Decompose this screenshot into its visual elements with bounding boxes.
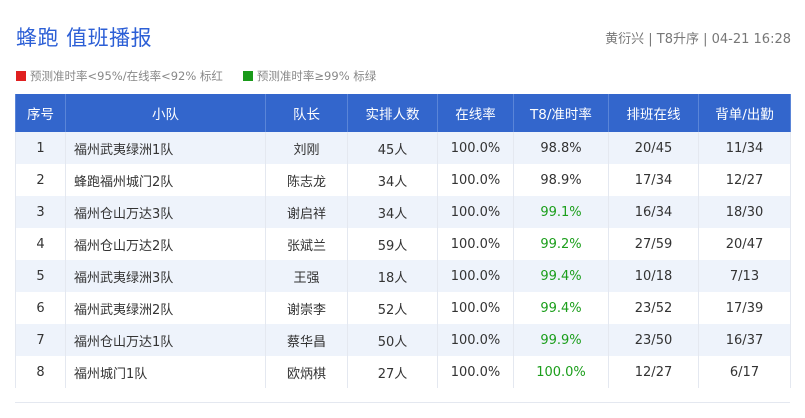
cell-online-rate: 100.0%	[437, 196, 514, 228]
cell-attendance: 6/17	[698, 356, 791, 388]
cell-leader: 谢崇李	[265, 292, 348, 324]
duty-report-table: 序号 小队 队长 实排人数 在线率 T8/准时率 排班在线 背单/出勤 1 福州…	[15, 94, 791, 388]
cell-t8-ontime: 99.9%	[513, 324, 609, 356]
cell-index: 8	[15, 356, 66, 388]
cell-t8-ontime: 99.4%	[513, 260, 609, 292]
cell-t8-ontime: 99.2%	[513, 228, 609, 260]
legend-item-green: 预测准时率≥99% 标绿	[242, 68, 377, 84]
cell-shift-online: 12/27	[608, 356, 699, 388]
cell-shift-online: 10/18	[608, 260, 699, 292]
cell-attendance: 11/34	[698, 132, 791, 164]
cell-attendance: 18/30	[698, 196, 791, 228]
table-row: 1 福州武夷绿洲1队 刘刚 45人 100.0% 98.8% 20/45 11/…	[15, 132, 791, 164]
cell-scheduled: 52人	[347, 292, 438, 324]
cell-scheduled: 27人	[347, 356, 438, 388]
cell-leader: 张斌兰	[265, 228, 348, 260]
table-row: 8 福州城门1队 欧炳棋 27人 100.0% 100.0% 12/27 6/1…	[15, 356, 791, 388]
cell-shift-online: 20/45	[608, 132, 699, 164]
cell-leader: 谢启祥	[265, 196, 348, 228]
page-title: 蜂跑 值班播报	[16, 26, 153, 50]
cell-index: 1	[15, 132, 66, 164]
cell-leader: 蔡华昌	[265, 324, 348, 356]
cell-leader: 刘刚	[265, 132, 348, 164]
table-row: 2 蜂跑福州城门2队 陈志龙 34人 100.0% 98.9% 17/34 12…	[15, 164, 791, 196]
cell-t8-ontime: 100.0%	[513, 356, 609, 388]
legend: 预测准时率<95%/在线率<92% 标红 预测准时率≥99% 标绿	[16, 68, 396, 84]
report-meta: 黄衍兴 | T8升序 | 04-21 16:28	[605, 32, 791, 47]
cell-scheduled: 34人	[347, 164, 438, 196]
table-row: 4 福州仓山万达2队 张斌兰 59人 100.0% 99.2% 27/59 20…	[15, 228, 791, 260]
table-body: 1 福州武夷绿洲1队 刘刚 45人 100.0% 98.8% 20/45 11/…	[15, 132, 791, 388]
column-header-online-rate: 在线率	[437, 94, 514, 132]
cell-team: 福州仓山万达1队	[65, 324, 266, 356]
cell-scheduled: 50人	[347, 324, 438, 356]
legend-label-red: 预测准时率<95%/在线率<92% 标红	[30, 69, 223, 83]
column-header-shift-online: 排班在线	[608, 94, 699, 132]
cell-attendance: 17/39	[698, 292, 791, 324]
cell-attendance: 20/47	[698, 228, 791, 260]
cell-index: 5	[15, 260, 66, 292]
legend-label-green: 预测准时率≥99% 标绿	[256, 69, 377, 83]
cell-leader: 陈志龙	[265, 164, 348, 196]
cell-team: 福州武夷绿洲2队	[65, 292, 266, 324]
column-header-t8-ontime: T8/准时率	[513, 94, 609, 132]
cell-index: 3	[15, 196, 66, 228]
cell-team: 福州武夷绿洲1队	[65, 132, 266, 164]
cell-online-rate: 100.0%	[437, 356, 514, 388]
cell-shift-online: 17/34	[608, 164, 699, 196]
table-header-row: 序号 小队 队长 实排人数 在线率 T8/准时率 排班在线 背单/出勤	[15, 94, 791, 132]
cell-online-rate: 100.0%	[437, 324, 514, 356]
cell-team: 蜂跑福州城门2队	[65, 164, 266, 196]
cell-attendance: 7/13	[698, 260, 791, 292]
cell-team: 福州武夷绿洲3队	[65, 260, 266, 292]
cell-attendance: 12/27	[698, 164, 791, 196]
cell-scheduled: 18人	[347, 260, 438, 292]
cell-shift-online: 27/59	[608, 228, 699, 260]
cell-team: 福州仓山万达3队	[65, 196, 266, 228]
cell-attendance: 16/37	[698, 324, 791, 356]
cell-leader: 欧炳棋	[265, 356, 348, 388]
table-bottom-border	[15, 402, 790, 403]
red-swatch-icon	[16, 71, 26, 81]
cell-scheduled: 34人	[347, 196, 438, 228]
cell-t8-ontime: 98.8%	[513, 132, 609, 164]
cell-leader: 王强	[265, 260, 348, 292]
cell-shift-online: 16/34	[608, 196, 699, 228]
cell-team: 福州仓山万达2队	[65, 228, 266, 260]
green-swatch-icon	[242, 71, 253, 81]
cell-shift-online: 23/52	[608, 292, 699, 324]
column-header-attendance: 背单/出勤	[698, 94, 791, 132]
legend-item-red: 预测准时率<95%/在线率<92% 标红	[16, 68, 223, 84]
column-header-scheduled: 实排人数	[347, 94, 438, 132]
cell-index: 7	[15, 324, 66, 356]
column-header-index: 序号	[15, 94, 66, 132]
cell-online-rate: 100.0%	[437, 292, 514, 324]
cell-index: 2	[15, 164, 66, 196]
cell-t8-ontime: 99.1%	[513, 196, 609, 228]
cell-scheduled: 45人	[347, 132, 438, 164]
table-row: 5 福州武夷绿洲3队 王强 18人 100.0% 99.4% 10/18 7/1…	[15, 260, 791, 292]
table-row: 3 福州仓山万达3队 谢启祥 34人 100.0% 99.1% 16/34 18…	[15, 196, 791, 228]
cell-index: 4	[15, 228, 66, 260]
cell-t8-ontime: 99.4%	[513, 292, 609, 324]
cell-index: 6	[15, 292, 66, 324]
cell-online-rate: 100.0%	[437, 132, 514, 164]
cell-online-rate: 100.0%	[437, 228, 514, 260]
cell-team: 福州城门1队	[65, 356, 266, 388]
cell-online-rate: 100.0%	[437, 164, 514, 196]
cell-t8-ontime: 98.9%	[513, 164, 609, 196]
cell-scheduled: 59人	[347, 228, 438, 260]
column-header-team: 小队	[65, 94, 266, 132]
column-header-leader: 队长	[265, 94, 348, 132]
cell-shift-online: 23/50	[608, 324, 699, 356]
table-row: 6 福州武夷绿洲2队 谢崇李 52人 100.0% 99.4% 23/52 17…	[15, 292, 791, 324]
table-row: 7 福州仓山万达1队 蔡华昌 50人 100.0% 99.9% 23/50 16…	[15, 324, 791, 356]
report-header: 蜂跑 值班播报 黄衍兴 | T8升序 | 04-21 16:28	[16, 20, 791, 56]
cell-online-rate: 100.0%	[437, 260, 514, 292]
